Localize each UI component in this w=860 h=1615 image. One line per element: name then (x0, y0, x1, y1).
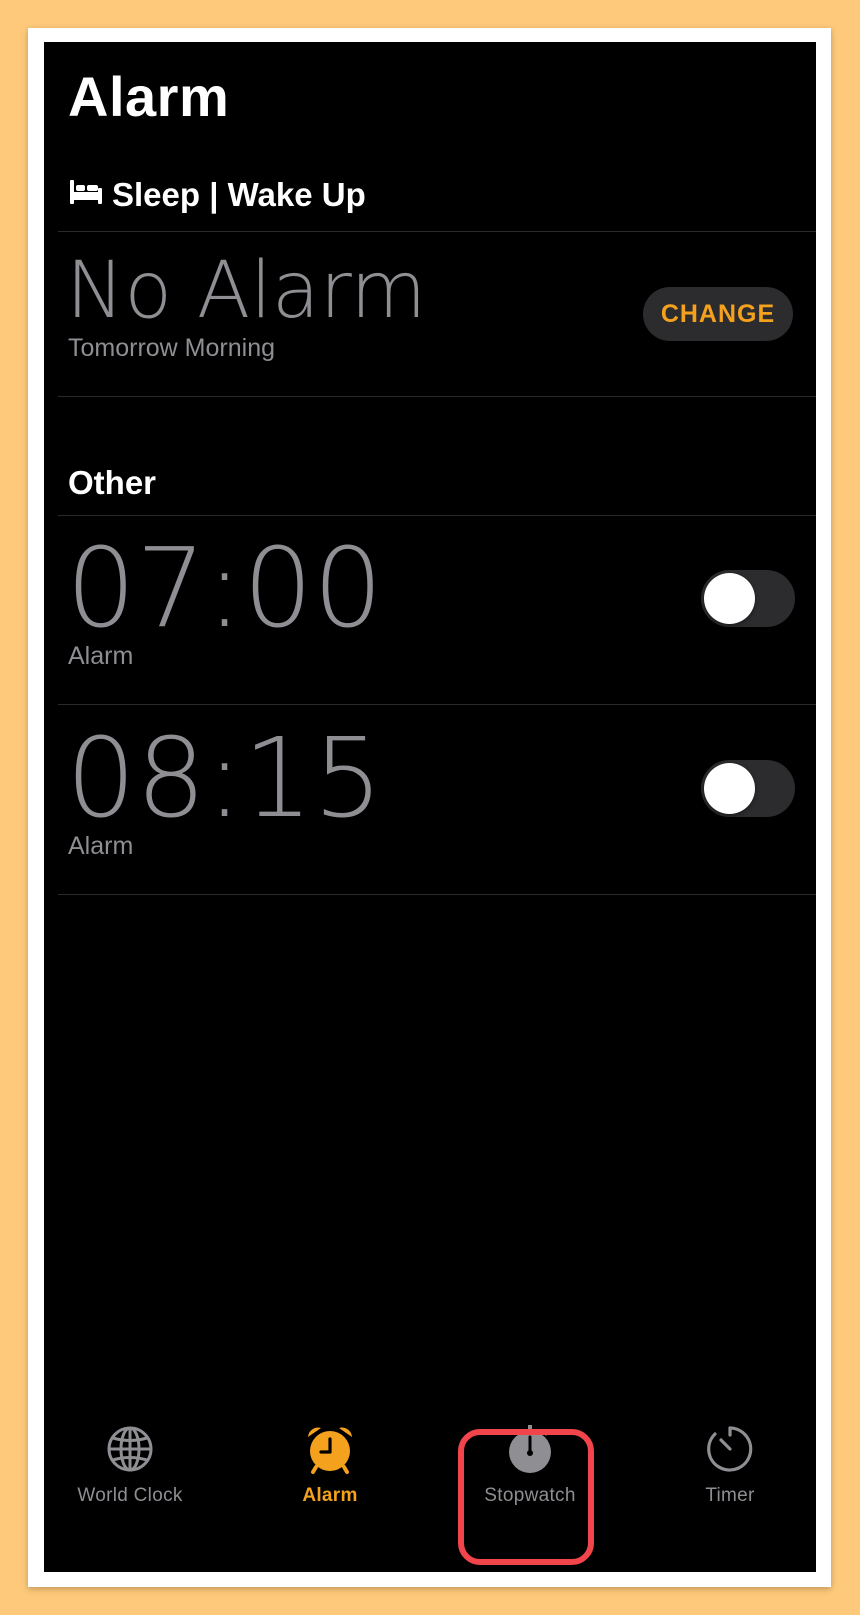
tab-bar: World Clock Alarm Stopwatch Timer (44, 1397, 816, 1572)
page-title: Alarm (68, 65, 230, 128)
sleep-alarm-status: No Alarm (66, 246, 427, 336)
app-screen: Alarm Sleep | Wake Up No Alarm Tomorrow … (44, 42, 816, 1572)
bed-icon (68, 176, 112, 214)
sleep-section-heading: Sleep | Wake Up (68, 176, 366, 214)
toggle-knob (704, 573, 755, 624)
tab-timer[interactable]: Timer (630, 1397, 816, 1537)
alarm-toggle[interactable] (701, 570, 795, 627)
alarm-time: 07:00 (66, 524, 384, 652)
toggle-knob (704, 763, 755, 814)
divider (58, 704, 816, 705)
tab-label: Alarm (302, 1485, 358, 1506)
alarm-toggle[interactable] (701, 760, 795, 817)
divider (58, 231, 816, 232)
timer-icon (704, 1423, 756, 1475)
divider (58, 515, 816, 516)
divider (58, 894, 816, 895)
alarm-label: Alarm (68, 832, 134, 860)
alarm-clock-icon (304, 1423, 356, 1475)
tab-world-clock[interactable]: World Clock (44, 1397, 230, 1537)
tab-label: Stopwatch (484, 1485, 576, 1506)
tab-label: World Clock (77, 1485, 183, 1506)
divider (58, 396, 816, 397)
sleep-section-label: Sleep | Wake Up (112, 176, 366, 213)
sleep-alarm-subtitle: Tomorrow Morning (68, 334, 276, 362)
alarm-label: Alarm (68, 642, 134, 670)
tab-label: Timer (705, 1485, 755, 1506)
tab-stopwatch[interactable]: Stopwatch (430, 1397, 630, 1537)
other-section-heading: Other (68, 464, 157, 501)
tab-alarm[interactable]: Alarm (230, 1397, 430, 1537)
change-button[interactable]: CHANGE (643, 287, 793, 341)
alarm-time: 08:15 (66, 714, 384, 842)
globe-icon (104, 1423, 156, 1475)
stopwatch-icon (504, 1423, 556, 1475)
